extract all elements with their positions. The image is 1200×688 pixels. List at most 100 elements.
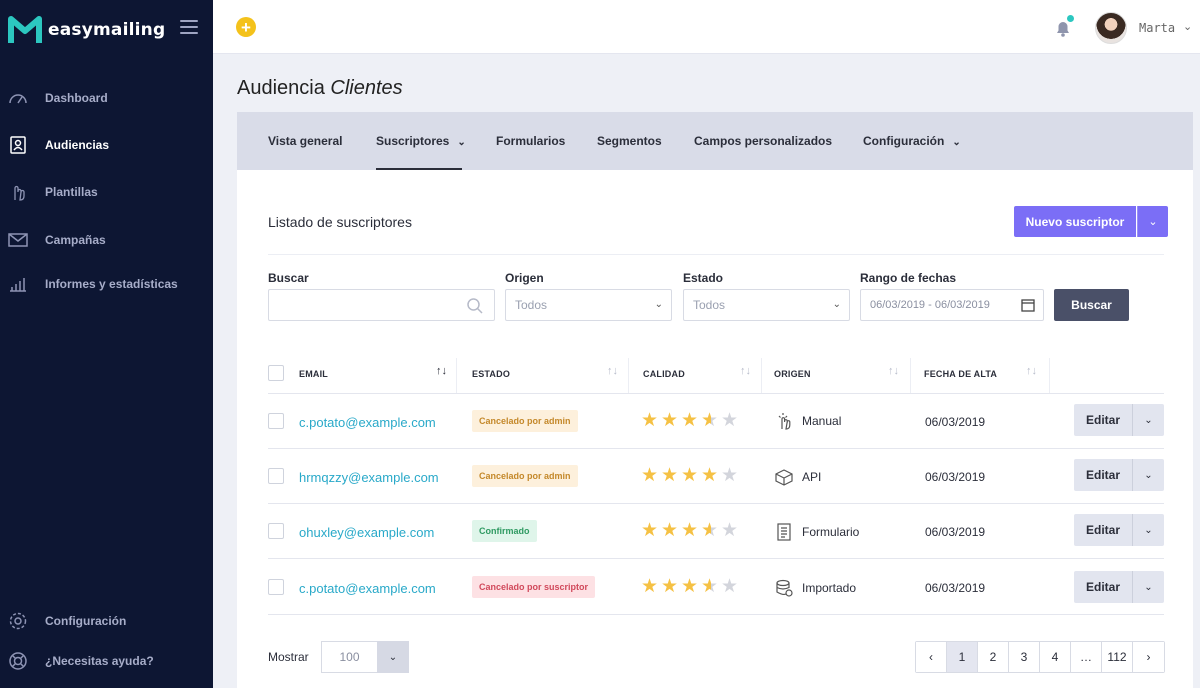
calendar-icon[interactable] [1021, 298, 1035, 312]
sidebar-item-plantillas[interactable]: Plantillas [0, 175, 213, 209]
chevron-down-icon: ⌄ [952, 137, 961, 148]
brand[interactable]: easymailing [8, 14, 165, 46]
new-subscriber-button[interactable]: Nuevo suscriptor [1014, 206, 1136, 237]
star-icon: ★ [661, 410, 679, 431]
next-page-button[interactable]: › [1133, 642, 1164, 672]
user-name[interactable]: Marta [1139, 21, 1175, 35]
tab-label: Segmentos [597, 134, 662, 148]
origin-select[interactable]: Todos ⌄ [505, 289, 672, 321]
row-checkbox[interactable] [268, 523, 284, 539]
star-icon: ★ [641, 410, 659, 431]
page-button-1[interactable]: 1 [947, 642, 978, 672]
column-header-email[interactable]: EMAIL [299, 369, 328, 379]
page-size-select[interactable]: 100 [321, 641, 377, 673]
tab-vista-general[interactable]: Vista general [268, 134, 342, 148]
chevron-down-icon: ⌄ [654, 299, 663, 310]
row-actions-dropdown[interactable]: ⌄ [1132, 459, 1164, 491]
tab-formularios[interactable]: Formularios [496, 134, 565, 148]
edit-button[interactable]: Editar [1074, 404, 1132, 436]
row-divider [268, 558, 1164, 559]
subscriber-email[interactable]: c.potato@example.com [299, 581, 436, 596]
sidebar-item-audiencias[interactable]: Audiencias [0, 128, 213, 162]
edit-button[interactable]: Editar [1074, 459, 1132, 491]
star-icon: ★ [701, 465, 719, 486]
row-checkbox[interactable] [268, 579, 284, 595]
gear-icon [9, 612, 27, 630]
page-title-audience: Clientes [330, 77, 403, 99]
state-select-value: Todos [693, 298, 726, 312]
select-all-checkbox[interactable] [268, 365, 284, 381]
avatar[interactable] [1095, 12, 1127, 44]
tab-label: Vista general [268, 134, 343, 148]
lifebuoy-icon [9, 652, 27, 670]
row-checkbox[interactable] [268, 468, 284, 484]
tab-label: Formularios [496, 134, 566, 148]
edit-button[interactable]: Editar [1074, 514, 1132, 546]
sidebar-item-configuracion[interactable]: Configuración [0, 604, 213, 638]
page-title-prefix: Audiencia [237, 77, 325, 99]
state-label: Estado [683, 271, 724, 285]
tab-bar: Vista general Suscriptores ⌄ Formularios … [237, 112, 1193, 170]
star-icon: ★ [681, 465, 699, 486]
search-button[interactable]: Buscar [1054, 289, 1129, 321]
prev-page-button[interactable]: ‹ [916, 642, 947, 672]
sort-icon[interactable]: ↑↓ [1026, 365, 1037, 377]
page-button-4[interactable]: 4 [1040, 642, 1071, 672]
tab-suscriptores[interactable]: Suscriptores ⌄ [376, 134, 466, 148]
column-header-fecha[interactable]: FECHA DE ALTA [924, 369, 997, 379]
origin-cell: Importado [774, 578, 856, 598]
page-size-dropdown[interactable]: ⌄ [377, 641, 409, 673]
signup-date: 06/03/2019 [925, 581, 986, 595]
row-divider [268, 614, 1164, 615]
sort-icon[interactable]: ↑↓ [888, 365, 899, 377]
tab-label: Configuración [863, 134, 945, 148]
column-divider [628, 358, 629, 394]
page-button-112[interactable]: 112 [1102, 642, 1133, 672]
star-half-icon: ★ [701, 521, 721, 540]
page-button-2[interactable]: 2 [978, 642, 1009, 672]
sidebar-item-ayuda[interactable]: ¿Necesitas ayuda? [0, 644, 213, 678]
status-badge: Cancelado por admin [472, 465, 578, 487]
sidebar-item-dashboard[interactable]: Dashboard [0, 81, 213, 115]
tab-segmentos[interactable]: Segmentos [597, 134, 662, 148]
sidebar-item-campanas[interactable]: Campañas [0, 223, 213, 257]
sort-icon[interactable]: ↑↓ [740, 365, 751, 377]
subscriber-email[interactable]: ohuxley@example.com [299, 525, 434, 540]
menu-toggle-icon[interactable] [180, 20, 198, 34]
chevron-down-icon[interactable]: ⌄ [1183, 20, 1192, 33]
gauge-icon [9, 94, 27, 104]
signup-date: 06/03/2019 [925, 415, 986, 429]
column-divider [761, 358, 762, 394]
sort-icon[interactable]: ↑↓ [607, 365, 618, 377]
sort-icon[interactable]: ↑↓ [436, 365, 447, 377]
new-subscriber-dropdown[interactable]: ⌄ [1137, 206, 1168, 237]
date-range-value: 06/03/2019 - 06/03/2019 [870, 299, 990, 311]
state-select[interactable]: Todos ⌄ [683, 289, 850, 321]
status-badge: Cancelado por admin [472, 410, 578, 432]
hand-pointer-icon [14, 185, 25, 201]
cube-icon [775, 469, 793, 486]
origin-cell: API [774, 467, 821, 487]
search-icon[interactable] [466, 297, 484, 315]
date-range-input[interactable]: 06/03/2019 - 06/03/2019 [860, 289, 1044, 321]
row-checkbox[interactable] [268, 413, 284, 429]
page-button-3[interactable]: 3 [1009, 642, 1040, 672]
signup-date: 06/03/2019 [925, 470, 986, 484]
row-actions-dropdown[interactable]: ⌄ [1132, 404, 1164, 436]
tab-configuracion[interactable]: Configuración ⌄ [863, 134, 961, 148]
subscriber-email[interactable]: c.potato@example.com [299, 415, 436, 430]
search-input[interactable] [278, 298, 458, 312]
add-button[interactable]: + [236, 17, 256, 37]
column-header-origen[interactable]: ORIGEN [774, 369, 811, 379]
row-actions-dropdown[interactable]: ⌄ [1132, 571, 1164, 603]
row-actions-dropdown[interactable]: ⌄ [1132, 514, 1164, 546]
column-header-calidad[interactable]: CALIDAD [643, 369, 685, 379]
chevron-down-icon: ⌄ [832, 299, 841, 310]
sidebar-item-informes[interactable]: Informes y estadísticas [0, 267, 213, 301]
column-header-estado[interactable]: ESTADO [472, 369, 510, 379]
edit-button[interactable]: Editar [1074, 571, 1132, 603]
tab-campos-personalizados[interactable]: Campos personalizados [694, 134, 832, 148]
row-divider [268, 503, 1164, 504]
subscriber-email[interactable]: hrmqzzy@example.com [299, 470, 439, 485]
sidebar-item-label: Configuración [45, 614, 127, 628]
